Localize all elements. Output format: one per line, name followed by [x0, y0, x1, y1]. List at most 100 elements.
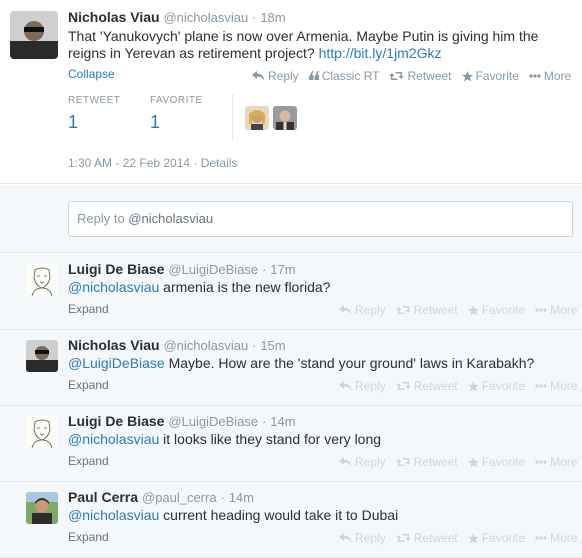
retweet-stat[interactable]: RETWEET 1 [68, 95, 120, 140]
tweet-header: Nicholas Viau @nicholasviau · 15m [68, 337, 286, 353]
reply-placeholder: Reply to [77, 211, 129, 226]
avatar[interactable] [26, 340, 58, 372]
favorite-button[interactable]: Favorite [467, 531, 526, 545]
favorite-button[interactable]: Favorite [467, 303, 525, 317]
star-icon [467, 456, 479, 467]
separator: · [262, 262, 267, 277]
retweet-icon [395, 458, 411, 466]
reply-button[interactable]: Reply [252, 69, 299, 83]
expand-link[interactable]: Expand [68, 378, 109, 392]
tweet-text-body: That 'Yanukovych' plane is now over Arme… [68, 28, 539, 61]
author-name[interactable]: Luigi De Biase [68, 413, 164, 429]
more-button[interactable]: More [535, 531, 577, 545]
tweet-actions: Reply Retweet Favorite More [329, 455, 577, 469]
reply-tweet[interactable]: Luigi De Biase @LuigiDeBiase · 17m @nich… [0, 254, 582, 330]
retweet-label: Retweet [413, 531, 458, 545]
retweet-button[interactable]: Retweet [395, 379, 458, 393]
avatar[interactable] [26, 492, 58, 524]
author-handle[interactable]: @nicholasviau [163, 10, 248, 25]
tweet-time[interactable]: 14m [229, 490, 254, 505]
mention-link[interactable]: @LuigiDeBiase [68, 355, 165, 371]
favoriter-avatar[interactable] [245, 106, 269, 130]
more-label: More [550, 379, 578, 393]
reply-tweet[interactable]: Luigi De Biase @LuigiDeBiase · 14m @nich… [0, 406, 582, 482]
reply-button[interactable]: Reply [339, 531, 386, 545]
retweet-button[interactable]: Retweet [395, 455, 458, 469]
reply-tweet[interactable]: Nicholas Viau @nicholasviau · 15m @Luigi… [0, 330, 582, 406]
avatar[interactable] [26, 416, 58, 448]
reply-tweet[interactable]: Paul Cerra @paul_cerra · 14m @nicholasvi… [0, 482, 582, 558]
favorite-button[interactable]: Favorite [461, 69, 519, 83]
retweet-count: 1 [68, 112, 79, 132]
reply-icon [339, 381, 352, 391]
mention-link[interactable]: @nicholasviau [68, 279, 159, 295]
tweet-text: That 'Yanukovych' plane is now over Arme… [68, 28, 568, 62]
reply-input[interactable]: Reply to @nicholasviau [68, 201, 573, 237]
tweet-text-body: Maybe. How are the 'stand your ground' l… [164, 355, 535, 371]
author-name[interactable]: Nicholas Viau [68, 9, 160, 25]
more-label: More [550, 455, 578, 469]
author-name[interactable]: Paul Cerra [68, 489, 138, 505]
star-icon [467, 304, 479, 315]
timestamp-text[interactable]: 1:30 AM - 22 Feb 2014 [68, 156, 190, 170]
retweet-icon [395, 534, 411, 542]
retweet-button[interactable]: Retweet [389, 69, 452, 83]
expand-link[interactable]: Expand [68, 530, 109, 544]
author-name[interactable]: Luigi De Biase [68, 261, 164, 277]
author-handle[interactable]: @LuigiDeBiase [168, 262, 258, 277]
more-button[interactable]: More [529, 69, 571, 83]
favorite-count: 1 [150, 112, 161, 132]
mention-link[interactable]: @nicholasviau [68, 431, 159, 447]
reply-icon [339, 305, 352, 315]
tweet-time[interactable]: 14m [270, 414, 295, 429]
author-handle[interactable]: @nicholasviau [163, 338, 248, 353]
retweet-icon [389, 72, 405, 80]
reply-button[interactable]: Reply [339, 455, 386, 469]
favorite-label: Favorite [481, 531, 526, 545]
tweet-time[interactable]: 18m [260, 10, 285, 25]
more-button[interactable]: More [535, 379, 577, 393]
tweet-header: Luigi De Biase @LuigiDeBiase · 14m [68, 413, 296, 429]
avatar[interactable] [10, 11, 58, 59]
avatar[interactable] [26, 264, 58, 296]
favorite-button[interactable]: Favorite [467, 379, 526, 393]
star-icon [467, 532, 479, 543]
retweet-button[interactable]: Retweet [395, 531, 458, 545]
retweet-icon [395, 306, 411, 314]
tweet-actions: Reply Classic RT Retweet Favorite More [242, 69, 571, 83]
mention-link[interactable]: @nicholasviau [68, 507, 159, 523]
star-icon [461, 70, 473, 81]
retweet-label: Retweet [413, 303, 458, 317]
tweet-text-body: armenia is the new florida? [159, 279, 331, 295]
more-dots-icon [535, 308, 547, 312]
expand-link[interactable]: Expand [68, 302, 109, 316]
separator: · [220, 490, 225, 505]
author-handle[interactable]: @LuigiDeBiase [168, 414, 258, 429]
tweet-text: @nicholasviau current heading would take… [68, 507, 398, 523]
more-button[interactable]: More [535, 303, 577, 317]
expand-link[interactable]: Expand [68, 454, 109, 468]
favoriter-avatar[interactable] [273, 106, 297, 130]
tweet-actions: Reply Retweet Favorite More [329, 379, 577, 393]
reply-button[interactable]: Reply [339, 303, 386, 317]
favorite-label: Favorite [481, 379, 526, 393]
tweet-actions: Reply Retweet Favorite More [329, 531, 577, 545]
reply-button[interactable]: Reply [339, 379, 386, 393]
details-link[interactable]: Details [201, 156, 238, 170]
classic-rt-label: Classic RT [321, 69, 380, 83]
collapse-link[interactable]: Collapse [68, 67, 115, 81]
more-button[interactable]: More [535, 455, 577, 469]
favorite-button[interactable]: Favorite [467, 455, 525, 469]
tweet-time[interactable]: 15m [260, 338, 285, 353]
classic-rt-button[interactable]: Classic RT [308, 69, 380, 83]
tweet-timestamp: 1:30 AM - 22 Feb 2014 · Details [68, 156, 237, 170]
author-handle[interactable]: @paul_cerra [142, 490, 217, 505]
tweet-time[interactable]: 17m [270, 262, 295, 277]
favorite-label: Favorite [475, 69, 519, 83]
favorite-stat[interactable]: FAVORITE 1 [150, 95, 203, 140]
reply-icon [339, 457, 352, 467]
tweet-link[interactable]: http://bit.ly/1jm2Gkz [319, 45, 442, 61]
retweet-button[interactable]: Retweet [395, 303, 458, 317]
author-name[interactable]: Nicholas Viau [68, 337, 160, 353]
more-label: More [543, 69, 572, 83]
